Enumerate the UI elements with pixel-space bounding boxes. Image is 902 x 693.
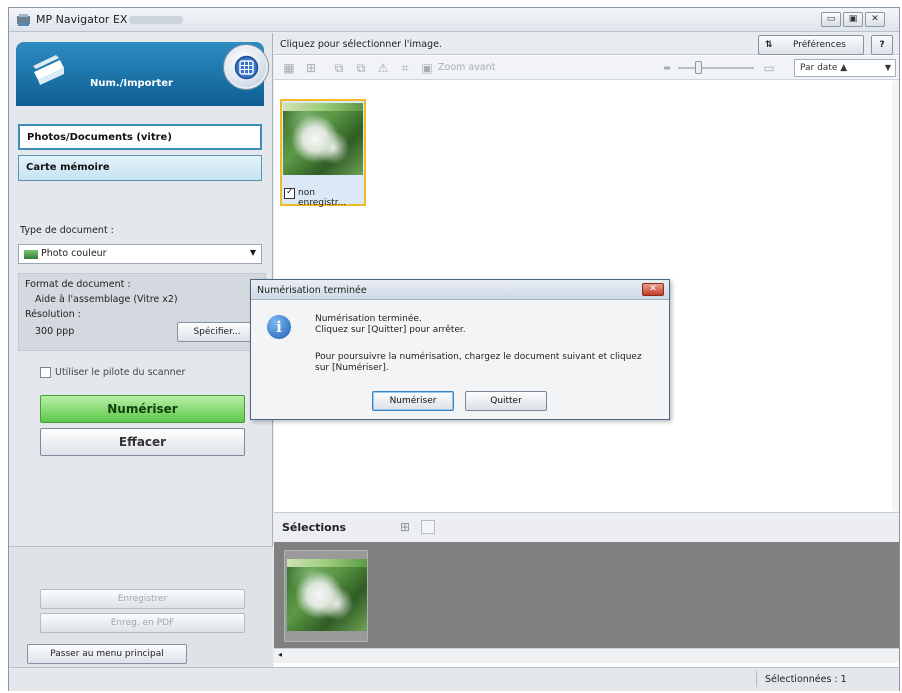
close-button[interactable]: ✕ [865, 12, 885, 27]
left-panel: Num./Importer Photos/Documents (vitre) C… [9, 33, 273, 667]
resolution-label: Résolution : [25, 309, 81, 320]
crop-icon[interactable]: ⌗ [398, 61, 412, 75]
selections-area [274, 542, 899, 648]
dialog-line-2: Cliquez sur [Quitter] pour arrêter. [315, 325, 466, 335]
minimize-button[interactable]: ▭ [821, 12, 841, 27]
selections-label: Sélections [282, 521, 347, 534]
preferences-label: Préférences [793, 40, 846, 50]
horizontal-scrollbar[interactable]: ◂ [274, 648, 899, 663]
doc-type-select[interactable]: Photo couleur ▼ [18, 244, 262, 264]
scan-button[interactable]: Numériser [40, 395, 245, 423]
hydrangea-photo [283, 103, 363, 175]
photo-icon [24, 250, 38, 259]
tab-memory-card[interactable]: Carte mémoire [18, 155, 262, 181]
save-pdf-button[interactable]: Enreg. en PDF [40, 613, 245, 633]
selected-photo [287, 559, 367, 631]
maximize-button[interactable]: ▣ [843, 12, 863, 27]
slider-thumb[interactable] [695, 61, 702, 74]
clear-button[interactable]: Effacer [40, 428, 245, 456]
doc-format-value: Aide à l'assemblage (Vitre x2) [35, 294, 178, 305]
grid-icon[interactable]: ⊞ [304, 61, 318, 75]
specify-button[interactable]: Spécifier... [177, 322, 257, 342]
thumbnail-item[interactable]: ✓ non enregistr... [280, 99, 366, 208]
mode-switch-button[interactable] [224, 45, 268, 89]
rotate-left-icon[interactable]: ⧉ [332, 61, 346, 75]
sort-select[interactable]: Par date ▲ ▼ [794, 59, 896, 77]
globe-icon [234, 55, 259, 80]
rotate-right-icon[interactable]: ⧉ [354, 61, 368, 75]
large-image-icon: ▭ [763, 61, 775, 75]
document-name-blur [129, 16, 183, 24]
status-bar: Sélectionnées : 1 [9, 667, 899, 691]
main-menu-button[interactable]: Passer au menu principal [27, 644, 187, 664]
doc-type-value: Photo couleur [41, 248, 107, 259]
dialog-title-bar: Numérisation terminée ✕ [251, 280, 669, 300]
scanner-driver-label: Utiliser le pilote du scanner [55, 367, 186, 378]
zoom-label: Zoom avant [438, 62, 496, 73]
dialog-close-button[interactable]: ✕ [642, 283, 664, 296]
grid-view-icon[interactable]: ⊞ [398, 520, 412, 534]
dialog-line-4: sur [Numériser]. [315, 363, 389, 373]
image-toolbar: ▦ ⊞ ⧉ ⧉ ⚠ ⌗ ▣ Zoom avant ▬ ▭ Par date ▲ … [274, 56, 899, 80]
help-button[interactable]: ? [871, 35, 893, 55]
instruction-bar: Cliquez pour sélectionner l'image. ⇅ Pré… [274, 33, 899, 55]
single-view-icon[interactable] [421, 520, 435, 534]
selection-count: Sélectionnées : 1 [765, 674, 847, 685]
chevron-down-icon: ▼ [884, 63, 891, 72]
scanner-driver-checkbox[interactable] [40, 367, 51, 378]
vertical-scrollbar[interactable] [892, 81, 899, 511]
title-bar: MP Navigator EX - ▭ ▣ ✕ [9, 8, 899, 32]
dialog-quit-button[interactable]: Quitter [465, 391, 547, 411]
dialog-line-1: Numérisation terminée. [315, 314, 422, 324]
selections-header: Sélections ⊞ [274, 512, 899, 542]
tab-photos-documents[interactable]: Photos/Documents (vitre) [18, 124, 262, 150]
dialog-scan-button[interactable]: Numériser [372, 391, 454, 411]
header-title: Num./Importer [90, 78, 173, 89]
window-title: MP Navigator EX - [36, 13, 135, 26]
sort-arrows-icon: ⇅ [765, 40, 773, 50]
zoom-icon[interactable]: ▣ [420, 61, 434, 75]
doc-type-label: Type de document : [20, 225, 114, 236]
save-button[interactable]: Enregistrer [40, 589, 245, 609]
instruction-text: Cliquez pour sélectionner l'image. [280, 39, 442, 50]
scroll-left-icon[interactable]: ◂ [278, 650, 282, 659]
app-icon [17, 14, 30, 26]
sort-value: Par date ▲ [800, 63, 848, 73]
doc-format-label: Format de document : [25, 279, 131, 290]
chevron-down-icon: ▼ [249, 248, 256, 257]
info-icon: i [267, 315, 291, 339]
selected-item[interactable] [284, 550, 368, 642]
dialog-title: Numérisation terminée [257, 285, 367, 296]
fit-icon[interactable]: ▦ [282, 61, 296, 75]
left-bottom-area: Enregistrer Enreg. en PDF Passer au menu… [9, 546, 273, 667]
resolution-value: 300 ppp [35, 326, 75, 337]
thumb-size-slider[interactable] [678, 67, 754, 69]
dialog-line-3: Pour poursuivre la numérisation, chargez… [315, 352, 642, 362]
small-image-icon: ▬ [663, 63, 671, 72]
scan-import-header: Num./Importer [16, 42, 268, 106]
scan-complete-dialog: Numérisation terminée ✕ i Numérisation t… [250, 279, 670, 420]
preferences-button[interactable]: ⇅ Préférences [758, 35, 864, 55]
scanner-icon [33, 55, 64, 85]
flip-icon[interactable]: ⚠ [376, 61, 390, 75]
thumbnail-caption: non enregistr... [298, 188, 347, 208]
thumbnail-checkbox[interactable]: ✓ [284, 187, 295, 199]
scan-settings-box: Format de document : Aide à l'assemblage… [18, 273, 266, 351]
check-icon: ✓ [286, 187, 294, 197]
